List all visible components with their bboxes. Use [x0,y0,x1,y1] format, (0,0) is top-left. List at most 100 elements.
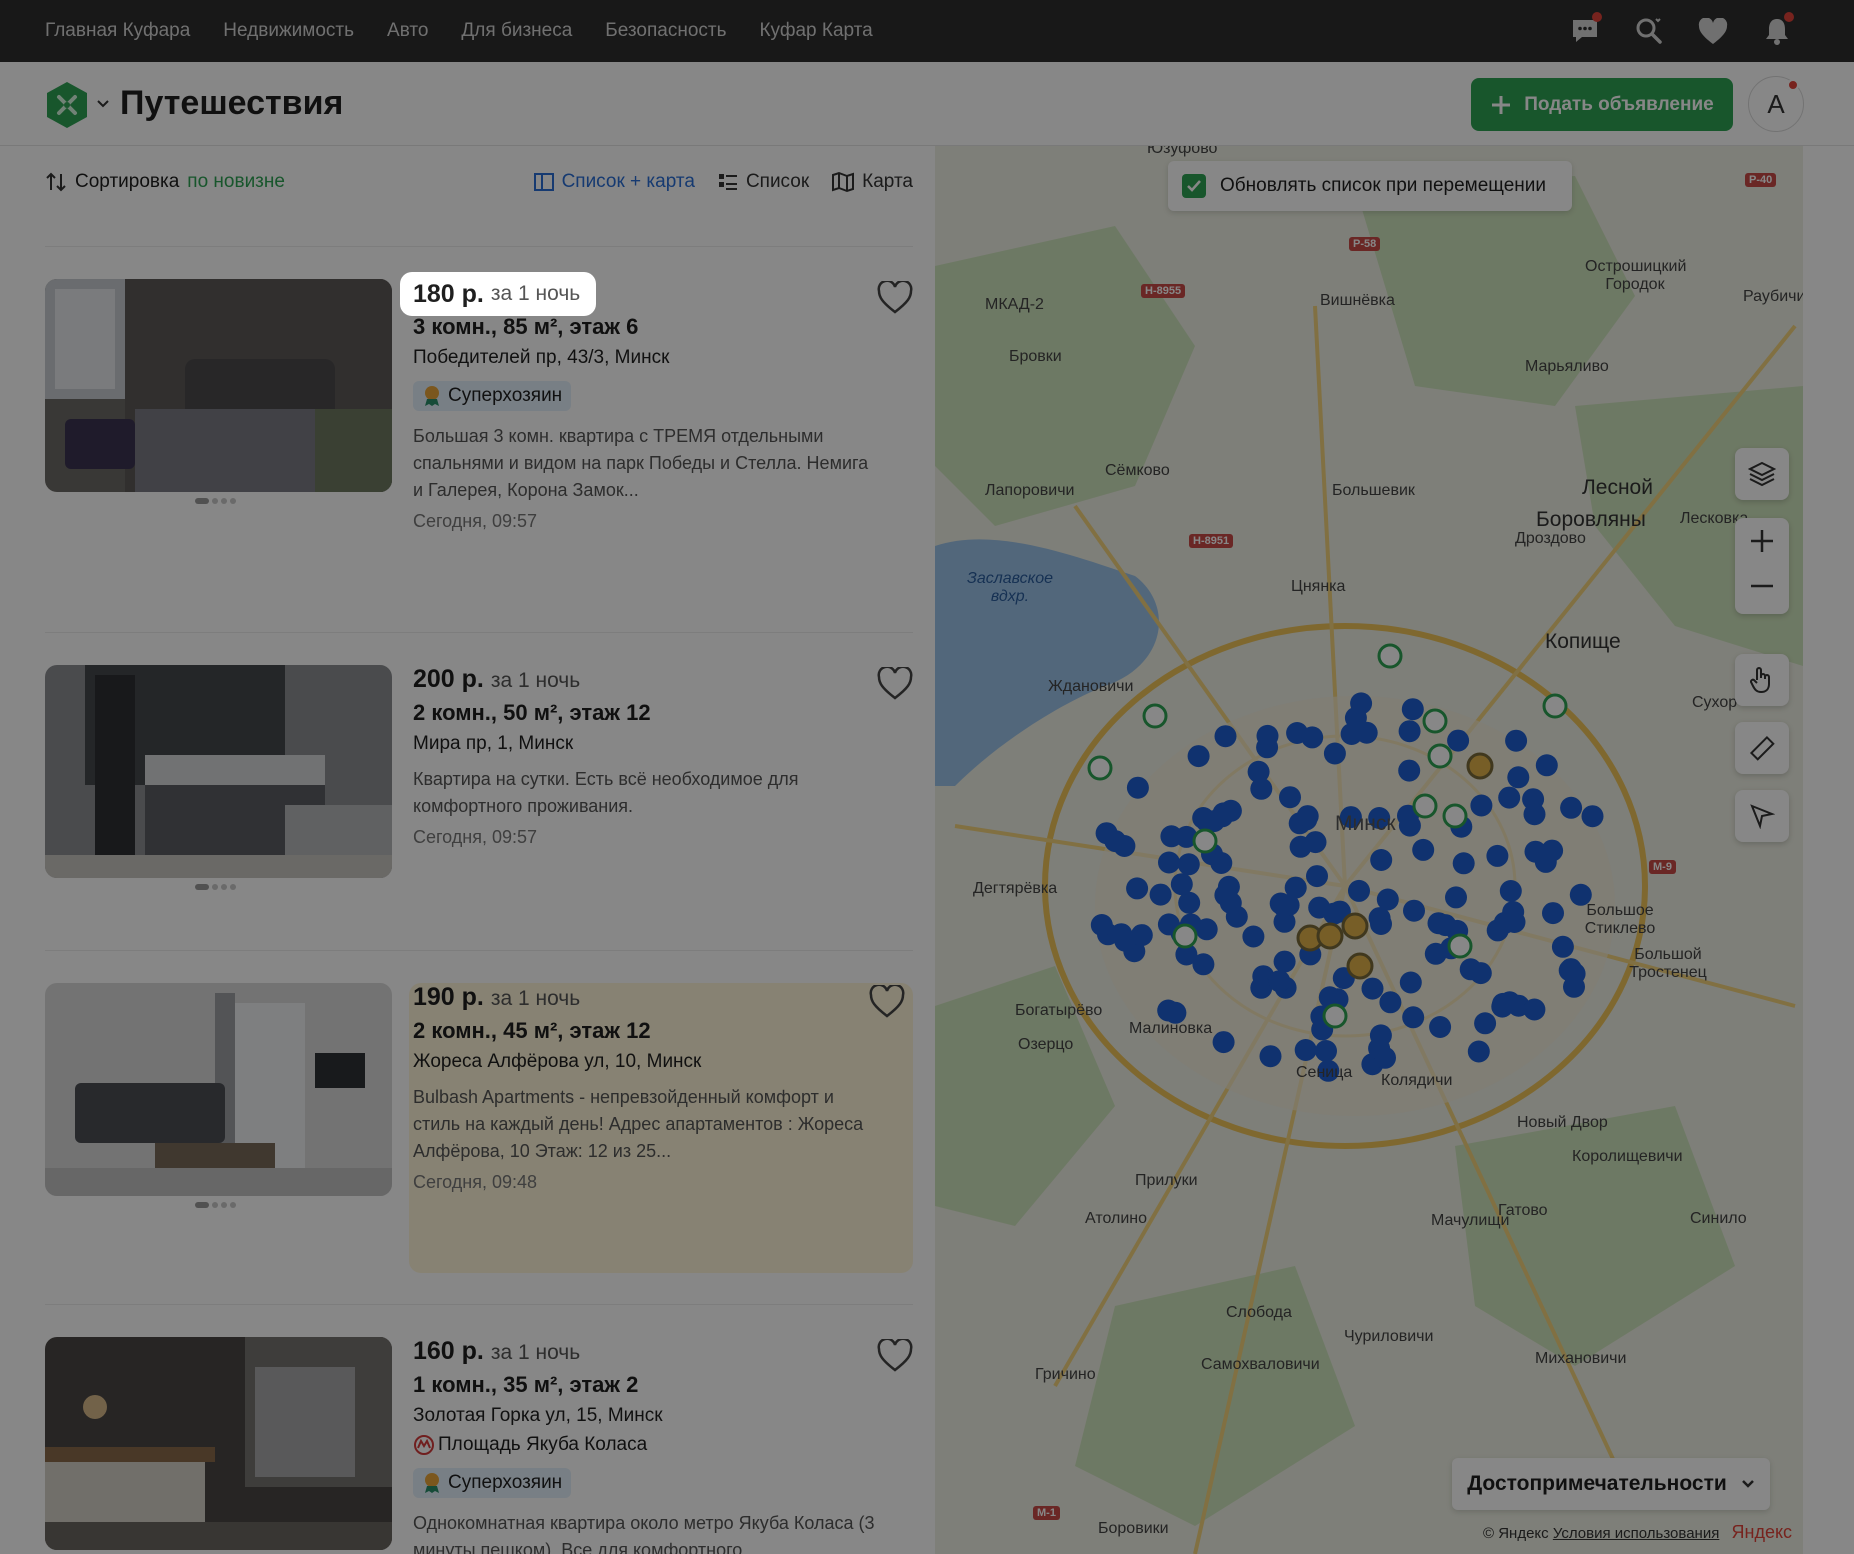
map-marker[interactable] [1348,879,1370,902]
map-marker[interactable] [1126,776,1149,799]
hand-pan-icon[interactable] [1735,654,1789,706]
listing-photo[interactable] [45,279,392,492]
highlighted-price[interactable]: 180 р. за 1 ночь [400,272,596,316]
listing-photo[interactable] [45,983,392,1196]
map-marker[interactable] [1486,844,1509,867]
map-update-on-move[interactable]: Обновлять список при перемещении [1168,161,1572,211]
layers-icon[interactable] [1735,448,1789,500]
map-marker[interactable] [1369,1024,1392,1047]
map-marker[interactable] [1114,929,1137,952]
avatar[interactable]: A [1748,76,1804,132]
view-list-map[interactable]: Список + карта [533,171,695,193]
listing-card[interactable]: 200 р. за 1 ночь 2 комн., 50 м², этаж 12… [45,665,913,925]
map-marker[interactable] [1402,1006,1425,1029]
map-marker[interactable] [1214,725,1237,748]
map-marker[interactable] [1459,958,1482,981]
favorite-heart-icon[interactable] [869,983,905,1019]
map-marker[interactable] [1467,1040,1490,1063]
map-marker[interactable] [1541,839,1564,862]
map-marker-verified[interactable] [1377,643,1403,669]
map-marker[interactable] [1492,992,1514,1015]
view-map[interactable]: Карта [831,171,913,193]
sort-control[interactable]: Сортировка по новизне [45,171,285,193]
map-marker[interactable] [1376,888,1399,911]
favorite-heart-icon[interactable] [877,1337,913,1373]
map-marker[interactable] [1401,698,1424,721]
map-marker[interactable] [1403,899,1425,922]
map-marker[interactable] [1256,724,1279,747]
map-marker[interactable] [1242,925,1265,948]
nav-link-auto[interactable]: Авто [387,20,428,42]
sort-value[interactable]: по новизне [187,171,285,193]
photo-pager[interactable] [195,1201,245,1209]
attractions-dropdown[interactable]: Достопримечательности [1452,1458,1770,1510]
map-marker[interactable] [1350,692,1373,715]
checkbox-checked-icon[interactable] [1182,174,1206,198]
map-marker[interactable] [1370,849,1393,871]
map-marker[interactable] [1361,977,1384,1000]
map-marker[interactable] [1523,803,1546,826]
map-marker-verified[interactable] [1412,793,1438,819]
map-marker[interactable] [1279,786,1301,809]
map-panel[interactable]: Юзуфово МКАД-2 Вишнёвка Острошицкий Горо… [935,146,1803,1554]
map-marker[interactable] [1170,873,1193,896]
map-marker[interactable] [1535,754,1558,777]
map-marker[interactable] [1289,835,1312,858]
map-marker[interactable] [1306,865,1328,888]
map-marker[interactable] [1212,1031,1235,1054]
map-marker-verified[interactable] [1322,1003,1348,1029]
favorite-heart-icon[interactable] [877,665,913,701]
listing-card[interactable]: 160 р. за 1 ночь 1 комн., 35 м², этаж 2 … [45,1337,913,1554]
map-marker-verified[interactable] [1442,803,1468,829]
map-marker[interactable] [1424,942,1447,965]
map-marker[interactable] [1294,1039,1317,1061]
favorite-heart-icon[interactable] [877,279,913,315]
map-marker-superhost[interactable] [1316,922,1344,950]
map-marker[interactable] [1523,998,1546,1021]
map-marker-verified[interactable] [1542,693,1568,719]
map-marker[interactable] [1090,914,1113,936]
photo-pager[interactable] [195,883,245,891]
map-marker[interactable] [1474,1012,1497,1035]
map-marker[interactable] [1429,1016,1452,1038]
listing-card[interactable]: 180 р. за 1 ночь 3 комн., 85 м², этаж 6 … [45,279,913,609]
map-marker[interactable] [1177,853,1200,876]
map-marker-verified[interactable] [1087,755,1113,781]
map-marker[interactable] [1149,883,1172,906]
map-marker[interactable] [1398,720,1421,743]
zoom-out-icon[interactable] [1749,573,1775,604]
map-marker[interactable] [1427,912,1450,935]
view-list[interactable]: Список [717,171,809,193]
map-marker-verified[interactable] [1427,743,1453,769]
map-marker[interactable] [1559,958,1582,981]
nav-link-kufar-map[interactable]: Куфар Карта [759,20,872,42]
map-marker[interactable] [1210,852,1233,874]
map-marker[interactable] [1126,877,1149,900]
map-marker[interactable] [1296,805,1319,828]
map-marker[interactable] [1498,786,1521,809]
chat-icon[interactable] [1568,12,1602,48]
map-marker[interactable] [1192,953,1215,976]
map-marker[interactable] [1272,895,1295,918]
bell-icon[interactable] [1760,12,1794,48]
map-marker-verified[interactable] [1192,828,1218,854]
map-marker[interactable] [1445,886,1467,909]
map-marker-superhost[interactable] [1466,752,1494,780]
map-marker[interactable] [1308,896,1331,919]
map-marker[interactable] [1160,825,1183,848]
map-marker[interactable] [1412,838,1435,861]
map-marker[interactable] [1551,935,1574,958]
map-marker[interactable] [1219,799,1242,822]
map-marker[interactable] [1560,796,1583,819]
nav-link-main[interactable]: Главная Куфара [45,20,190,42]
map-marker[interactable] [1315,1040,1337,1062]
map-marker[interactable] [1323,742,1346,765]
map-marker[interactable] [1259,1045,1282,1068]
saved-search-icon[interactable] [1632,14,1666,48]
map-marker[interactable] [1095,822,1118,845]
map-marker[interactable] [1379,991,1402,1014]
map-marker[interactable] [1581,805,1604,828]
map-marker-verified[interactable] [1422,708,1448,734]
map-marker[interactable] [1470,794,1493,817]
map-marker[interactable] [1452,852,1475,875]
